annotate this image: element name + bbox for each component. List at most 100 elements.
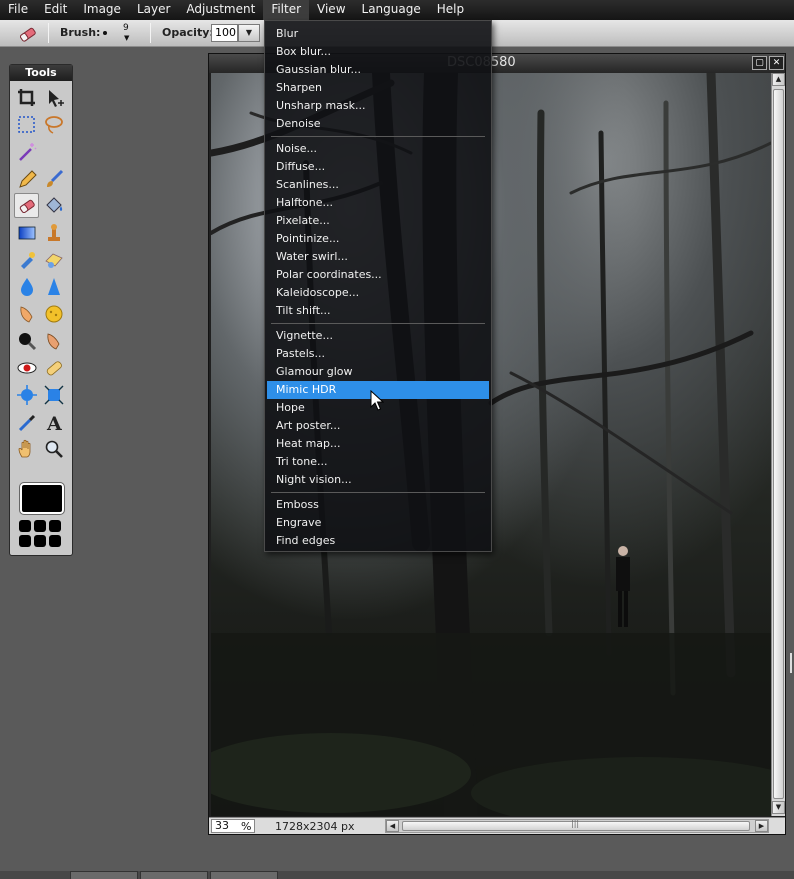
filter-menu-item-kaleidoscope[interactable]: Kaleidoscope... (267, 284, 489, 302)
bottom-panel-tab[interactable] (70, 871, 138, 879)
filter-menu-item-sharpen[interactable]: Sharpen (267, 79, 489, 97)
filter-menu-item-tilt-shift[interactable]: Tilt shift... (267, 302, 489, 320)
menu-bar: File Edit Image Layer Adjustment Filter View La… (0, 0, 794, 20)
color-picker-icon[interactable] (14, 409, 39, 434)
filter-menu-item-polar-coordinates[interactable]: Polar coordinates... (267, 266, 489, 284)
menu-layer[interactable]: Layer (129, 0, 178, 20)
close-icon[interactable]: ✕ (769, 56, 784, 70)
menu-image[interactable]: Image (75, 0, 129, 20)
secondary-color-swatch[interactable] (49, 520, 61, 532)
bloat-icon[interactable] (14, 382, 39, 407)
svg-text:A: A (46, 413, 62, 433)
drawing-icon[interactable] (41, 247, 66, 272)
red-eye-icon[interactable] (14, 355, 39, 380)
dodge-icon[interactable] (14, 328, 39, 353)
secondary-color-swatch[interactable] (34, 535, 46, 547)
sponge-icon[interactable] (41, 301, 66, 326)
horizontal-scroll-thumb[interactable]: ||| (402, 819, 750, 831)
menu-view[interactable]: View (309, 0, 353, 20)
filter-menu-item-noise[interactable]: Noise... (267, 140, 489, 158)
mouse-cursor-icon (370, 390, 384, 411)
filter-menu-item-art-poster[interactable]: Art poster... (267, 417, 489, 435)
secondary-color-swatch[interactable] (49, 535, 61, 547)
secondary-color-swatch[interactable] (19, 520, 31, 532)
filter-menu-item-gaussian-blur[interactable]: Gaussian blur... (267, 61, 489, 79)
horizontal-scrollbar[interactable]: ◀ ||| ▶ (385, 819, 769, 833)
filter-menu-item-box-blur[interactable]: Box blur... (267, 43, 489, 61)
burn-icon[interactable] (41, 328, 66, 353)
bottom-panel-tab[interactable] (210, 871, 278, 879)
spot-heal-icon[interactable] (41, 355, 66, 380)
filter-menu-item-halftone[interactable]: Halftone... (267, 194, 489, 212)
marquee-select-icon[interactable] (14, 112, 39, 137)
type-icon[interactable]: A (41, 409, 66, 434)
panel-edge-handle[interactable] (790, 653, 792, 673)
filter-menu-item-pointinize[interactable]: Pointinize... (267, 230, 489, 248)
eraser-tool-icon[interactable] (17, 23, 39, 43)
clone-stamp-icon[interactable] (41, 220, 66, 245)
scroll-down-icon[interactable]: ▼ (772, 801, 785, 814)
tools-panel: Tools A (9, 64, 73, 556)
sharpen-icon[interactable] (41, 274, 66, 299)
gradient-icon[interactable] (14, 220, 39, 245)
blur-icon[interactable] (14, 274, 39, 299)
maximize-icon[interactable]: ▢ (752, 56, 767, 70)
pinch-icon[interactable] (41, 382, 66, 407)
brush-preview[interactable] (103, 31, 107, 35)
filter-menu-item-heat-map[interactable]: Heat map... (267, 435, 489, 453)
opacity-label: Opacity: (162, 26, 214, 39)
bottom-panel-tab[interactable] (140, 871, 208, 879)
filter-menu-item-diffuse[interactable]: Diffuse... (267, 158, 489, 176)
primary-color-swatch[interactable] (19, 482, 65, 515)
paint-bucket-icon[interactable] (41, 193, 66, 218)
scroll-up-icon[interactable]: ▲ (772, 73, 785, 86)
filter-menu-item-unsharp-mask[interactable]: Unsharp mask... (267, 97, 489, 115)
filter-menu-item-engrave[interactable]: Engrave (267, 514, 489, 532)
secondary-color-swatch[interactable] (34, 520, 46, 532)
lasso-icon[interactable] (41, 112, 66, 137)
pencil-icon[interactable] (14, 166, 39, 191)
color-replace-icon[interactable] (14, 247, 39, 272)
filter-menu-item-vignette[interactable]: Vignette... (267, 327, 489, 345)
filter-menu-item-blur[interactable]: Blur (267, 25, 489, 43)
scroll-right-icon[interactable]: ▶ (755, 820, 768, 832)
filter-menu-item-tri-tone[interactable]: Tri tone... (267, 453, 489, 471)
brush-dropdown-icon[interactable]: ▼ (124, 34, 129, 42)
menu-language[interactable]: Language (354, 0, 429, 20)
filter-menu-item-find-edges[interactable]: Find edges (267, 532, 489, 550)
filter-menu-item-denoise[interactable]: Denoise (267, 115, 489, 133)
opacity-input[interactable]: 100 (211, 24, 238, 42)
filter-menu-item-emboss[interactable]: Emboss (267, 496, 489, 514)
smudge-icon[interactable] (14, 301, 39, 326)
magic-wand-icon[interactable] (14, 139, 39, 164)
tools-panel-title: Tools (10, 65, 72, 81)
filter-menu-item-pixelate[interactable]: Pixelate... (267, 212, 489, 230)
menu-help[interactable]: Help (429, 0, 472, 20)
scroll-left-icon[interactable]: ◀ (386, 820, 399, 832)
tool-grid: A (14, 85, 68, 463)
menu-file[interactable]: File (0, 0, 36, 20)
brush-icon[interactable] (41, 166, 66, 191)
filter-menu-item-scanlines[interactable]: Scanlines... (267, 176, 489, 194)
brush-size-value[interactable]: 9 (123, 23, 129, 33)
move-icon[interactable] (41, 85, 66, 110)
vertical-scrollbar[interactable]: ▲ ▼ (771, 73, 785, 816)
hand-icon[interactable] (14, 436, 39, 461)
menu-filter[interactable]: Filter (263, 0, 310, 20)
filter-menu-item-water-swirl[interactable]: Water swirl... (267, 248, 489, 266)
filter-menu-item-pastels[interactable]: Pastels... (267, 345, 489, 363)
menu-adjustment[interactable]: Adjustment (178, 0, 263, 20)
filter-menu: Blur Box blur... Gaussian blur... Sharpen Un… (264, 20, 492, 552)
menu-edit[interactable]: Edit (36, 0, 75, 20)
document-statusbar: 33 % 1728x2304 px ◀ ||| ▶ (209, 817, 785, 834)
crop-icon[interactable] (14, 85, 39, 110)
toolbar-separator (150, 23, 151, 43)
brush-label: Brush: (60, 26, 101, 39)
secondary-color-swatch[interactable] (19, 535, 31, 547)
opacity-dropdown-button[interactable]: ▼ (238, 24, 260, 42)
eraser-icon[interactable] (14, 193, 39, 218)
zoom-icon[interactable] (41, 436, 66, 461)
filter-menu-item-glamour-glow[interactable]: Glamour glow (267, 363, 489, 381)
filter-menu-item-night-vision[interactable]: Night vision... (267, 471, 489, 489)
vertical-scroll-thumb[interactable] (773, 89, 784, 799)
